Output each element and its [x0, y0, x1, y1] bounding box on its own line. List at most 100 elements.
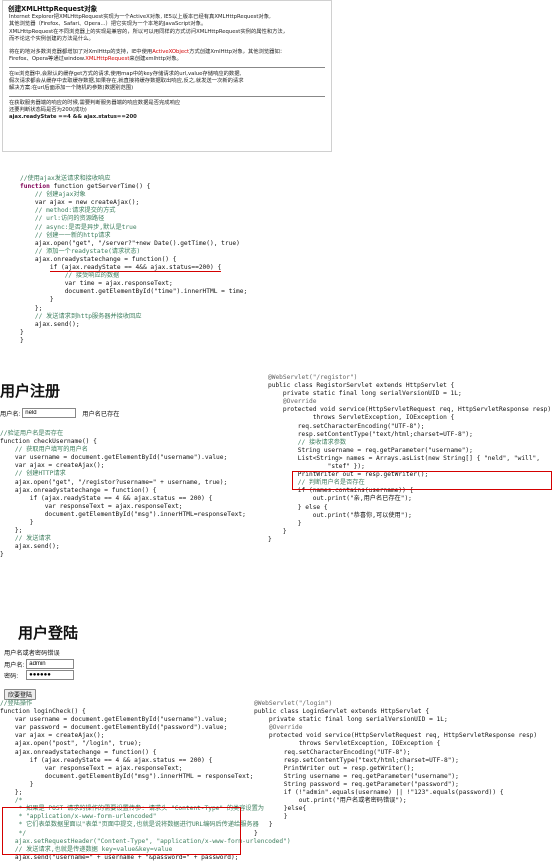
- doc-condition: ajax.readyState ==4 && ajax.status==200: [9, 114, 137, 121]
- code-line: function: [20, 183, 54, 191]
- login-password-row: 密码:: [4, 670, 75, 680]
- doc-title: 创建XMLHttpRequest对象: [8, 5, 98, 13]
- code-line: out.print("恭喜你,可以使用");: [268, 511, 412, 519]
- divider: [9, 95, 325, 97]
- code-line: req.setCharacterEncoding("UTF-8");: [268, 422, 425, 430]
- login-password-label: 密码:: [4, 672, 19, 680]
- code-line: out.print("亲,用户名已存在");: [268, 495, 412, 503]
- code-line: protected void service(HttpServletReques…: [254, 732, 538, 740]
- code-line: document.getElementById("msg").innerHTML…: [0, 772, 254, 780]
- doc-line: 还要判断状态码是否为200(成功): [9, 106, 87, 113]
- code-comment: // 发送请求到http服务器并接收回应: [34, 312, 142, 320]
- doc-highlight: XMLHttpRequest: [85, 56, 130, 63]
- doc-para: Firefox、Opera等通过window.XMLHttpRequest来创建…: [9, 56, 331, 63]
- doc-text: 来创建xmlhttp对象。: [129, 56, 182, 63]
- code-comment: // 创建ajax对象: [34, 191, 86, 199]
- code-line: private static final long serialVersionU…: [254, 716, 448, 724]
- code-line: @WebServlet("/login"): [254, 700, 333, 707]
- login-password-input[interactable]: [26, 670, 75, 680]
- register-heading: 用户注册: [0, 383, 61, 400]
- code-line: }: [268, 535, 272, 543]
- code-line: if (ajax.readyState == 4 && ajax.status …: [0, 494, 213, 502]
- code-line: ajax.onreadystatechange = function() {: [0, 748, 157, 756]
- code-line: String username = req.getParameter("user…: [254, 772, 459, 780]
- username-exists-message: 用户名已存在: [82, 410, 120, 418]
- highlight-box: [292, 471, 552, 490]
- username-input[interactable]: [22, 408, 77, 418]
- code-line: ajax.onreadystatechange = function() {: [34, 255, 177, 263]
- code-line: var password = document.getElementById("…: [0, 724, 228, 732]
- code-line: @Override: [254, 724, 303, 732]
- code-line: }: [0, 551, 4, 559]
- code-line: var ajax = createAjax();: [0, 732, 105, 740]
- doc-line: 其他浏览器（Firefox、Safari、Opera...）把它实现为一个本地的…: [9, 21, 207, 28]
- code-get-server-time: //使用ajax发送请求和接收响应 function function getS…: [20, 175, 247, 345]
- code-registor-servlet: @WebServlet("/registor") public class Reg…: [268, 374, 551, 544]
- code-line: function checkUsername() {: [0, 438, 97, 446]
- code-line: String password = req.getParameter("pass…: [254, 780, 459, 788]
- code-line: // 发送请求: [0, 535, 51, 543]
- code-line: ajax.send();: [34, 320, 80, 328]
- code-line: if (ajax.readyState == 4 && ajax.status …: [0, 756, 213, 764]
- code-line: List<String> names = Arrays.asList(new S…: [268, 454, 540, 462]
- login-username-input[interactable]: [26, 659, 75, 669]
- login-button[interactable]: 欣要登陆: [4, 689, 37, 700]
- code-line: // 获取用户填写的用户名: [0, 446, 88, 454]
- login-username-row: 用户名:: [4, 659, 75, 669]
- code-line: // 创建HTTP请求: [0, 470, 66, 478]
- code-check-username: //验证用户名是否存在 function checkUsername() { //…: [0, 430, 246, 560]
- code-line: }: [20, 328, 24, 336]
- login-heading: 用户登陆: [18, 625, 79, 642]
- doc-line: 解决方案:在url后面添加一个随机的参数(数据别范围): [9, 85, 134, 92]
- login-error-message: 用户名或者密码错误: [4, 650, 60, 657]
- code-comment: // async:是否是异步,默认是true: [34, 223, 137, 231]
- divider: [9, 66, 325, 68]
- code-line: }: [254, 821, 273, 829]
- code-line: throws ServletException, IOException {: [254, 740, 441, 748]
- code-line: }: [49, 296, 54, 304]
- code-line: var username = document.getElementById("…: [0, 716, 228, 724]
- code-line: ajax.open("get", "/server?"+new Date().g…: [34, 239, 240, 247]
- code-line: public class LoginServlet extends HttpSe…: [254, 708, 430, 716]
- code-line: var time = ajax.responseText;: [64, 280, 173, 288]
- code-line: function loginCheck() {: [0, 708, 86, 716]
- code-line: @Override: [268, 398, 317, 406]
- code-line: }: [0, 519, 34, 527]
- doc-text: Firefox、Opera等通过window.: [9, 56, 86, 63]
- code-line: if (!"admin".equals(username) || !"123".…: [254, 789, 504, 797]
- code-line: ajax.send();: [0, 543, 60, 551]
- code-line: ajax.open("get", "/registor?username=" +…: [0, 478, 228, 486]
- code-line: resp.setContentType("text/html;charset=U…: [268, 430, 473, 438]
- code-line: ajax.open("post", "/login", true);: [0, 740, 142, 748]
- code-line: }: [268, 527, 287, 535]
- code-line: String username = req.getParameter("user…: [268, 446, 473, 454]
- code-line: var ajax = new createAjax();: [34, 199, 140, 207]
- code-line: //登陆操作: [0, 700, 33, 707]
- code-comment: // 接受响应的数据: [64, 272, 120, 280]
- code-line: PrintWriter out = resp.getWriter();: [254, 764, 415, 772]
- code-line: }else{: [254, 805, 307, 813]
- doc-line: 在ie浏览器中,会默认的缓存get方式的请求,使用map中的key存储请求的ur…: [9, 70, 242, 77]
- code-line: };: [0, 789, 23, 797]
- code-line: //验证用户名是否存在: [0, 430, 64, 437]
- doc-line: XMLHttpRequest在不同浏览器上的实现是兼容的，所以可以用同样的方式访…: [9, 28, 289, 35]
- code-line: "stef" });: [268, 463, 365, 471]
- code-line: document.getElementById("time").innerHTM…: [64, 288, 248, 296]
- code-line: @WebServlet("/registor"): [268, 374, 358, 381]
- code-line: protected void service(HttpServletReques…: [268, 406, 552, 414]
- code-line: }: [20, 336, 24, 344]
- code-login-servlet: @WebServlet("/login") public class LoginS…: [254, 700, 537, 838]
- doc-panel: 创建XMLHttpRequest对象 Internet Explorer把XML…: [2, 0, 332, 152]
